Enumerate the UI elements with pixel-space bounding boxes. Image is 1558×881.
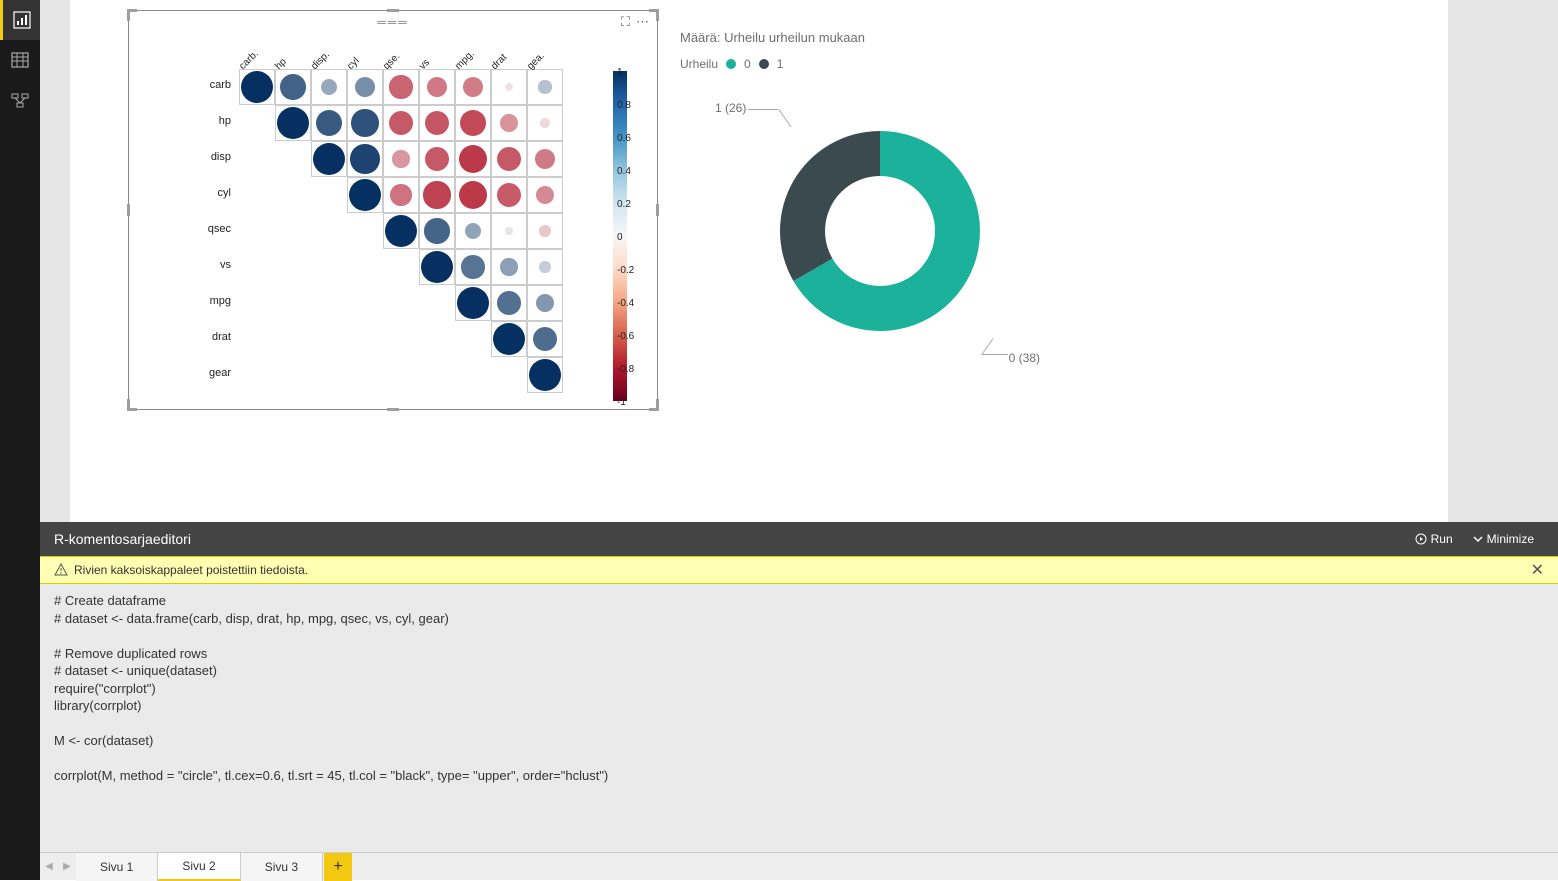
corr-cell xyxy=(491,69,527,105)
corr-cell xyxy=(527,69,563,105)
corr-cell xyxy=(527,105,563,141)
legend-tick: -0.8 xyxy=(617,364,647,375)
row-label: drat xyxy=(191,331,231,343)
corr-cell xyxy=(455,177,491,213)
corr-cell xyxy=(491,213,527,249)
corr-cell xyxy=(347,177,383,213)
page-tab-2[interactable]: Sivu 2 xyxy=(158,853,240,881)
corr-cell xyxy=(275,105,311,141)
donut-legend: Urheilu 0 1 xyxy=(680,57,1130,71)
corr-cell xyxy=(455,141,491,177)
run-button[interactable]: Run xyxy=(1405,532,1463,546)
add-page-button[interactable]: + xyxy=(324,853,352,881)
legend-dot-0 xyxy=(726,59,736,69)
report-canvas[interactable]: ═══ ⛶ ⋯ carb.hpdisp.cylqse.vsmpg.dratgea… xyxy=(40,0,1558,522)
row-label: gear xyxy=(191,367,231,379)
donut-label-0: 0 (38) xyxy=(1009,351,1040,365)
corr-cell xyxy=(347,105,383,141)
corr-cell xyxy=(455,105,491,141)
corr-cell xyxy=(491,285,527,321)
minimize-button[interactable]: Minimize xyxy=(1463,532,1544,546)
more-options-icon[interactable]: ⋯ xyxy=(636,14,649,30)
tab-prev-icon[interactable]: ◀ xyxy=(40,853,58,881)
editor-title: R-komentosarjaeditori xyxy=(54,531,191,547)
corr-cell xyxy=(455,213,491,249)
legend-tick: -0.4 xyxy=(617,298,647,309)
corr-cell xyxy=(383,213,419,249)
legend-tick: 0.6 xyxy=(617,133,647,144)
left-rail xyxy=(0,0,40,880)
rail-model-icon[interactable] xyxy=(0,80,40,120)
corr-cell xyxy=(383,69,419,105)
legend-tick: 0.4 xyxy=(617,166,647,177)
corr-cell xyxy=(491,177,527,213)
corr-cell xyxy=(491,321,527,357)
legend-tick: -1 xyxy=(617,397,647,408)
donut-label-1: 1 (26) xyxy=(715,101,746,115)
warning-icon xyxy=(54,563,68,577)
corr-cell xyxy=(419,69,455,105)
legend-tick: 1 xyxy=(617,67,647,78)
corr-cell xyxy=(347,141,383,177)
legend-tick: 0.2 xyxy=(617,199,647,210)
corr-cell xyxy=(491,105,527,141)
page-tab-1[interactable]: Sivu 1 xyxy=(76,853,158,881)
corr-cell xyxy=(419,141,455,177)
page-tab-bar: ◀ ▶ Sivu 1 Sivu 2 Sivu 3 + xyxy=(40,852,1558,880)
drag-handle-icon[interactable]: ═══ xyxy=(377,15,409,29)
corr-cell xyxy=(311,69,347,105)
warning-text: Rivien kaksoiskappaleet poistettiin tied… xyxy=(74,563,308,577)
legend-tick: -0.2 xyxy=(617,265,647,276)
r-visual-correlation[interactable]: ═══ ⛶ ⋯ carb.hpdisp.cylqse.vsmpg.dratgea… xyxy=(128,10,658,410)
corr-cell xyxy=(419,249,455,285)
corr-cell xyxy=(275,69,311,105)
corr-cell xyxy=(383,177,419,213)
row-label: disp xyxy=(191,151,231,163)
script-editor-header: R-komentosarjaeditori Run Minimize xyxy=(40,522,1558,556)
row-label: hp xyxy=(191,115,231,127)
close-warning-icon[interactable]: ✕ xyxy=(1531,560,1544,580)
corr-cell xyxy=(527,177,563,213)
rail-data-icon[interactable] xyxy=(0,40,40,80)
corr-cell xyxy=(311,141,347,177)
corr-cell xyxy=(455,285,491,321)
donut-slice-1[interactable] xyxy=(780,131,880,281)
corr-cell xyxy=(527,213,563,249)
tab-next-icon[interactable]: ▶ xyxy=(58,853,76,881)
script-code-area[interactable]: # Create dataframe # dataset <- data.fra… xyxy=(40,584,1558,852)
focus-mode-icon[interactable]: ⛶ xyxy=(621,14,630,30)
corr-cell xyxy=(311,105,347,141)
corr-cell xyxy=(419,177,455,213)
donut-visual[interactable]: Määrä: Urheilu urheilun mukaan Urheilu 0… xyxy=(680,30,1130,410)
corr-cell xyxy=(527,249,563,285)
legend-dot-1 xyxy=(759,59,769,69)
warning-bar: Rivien kaksoiskappaleet poistettiin tied… xyxy=(40,556,1558,584)
rail-report-icon[interactable] xyxy=(0,0,40,40)
corr-cell xyxy=(527,357,563,393)
corr-cell xyxy=(383,105,419,141)
corr-cell xyxy=(491,249,527,285)
row-label: vs xyxy=(191,259,231,271)
corr-cell xyxy=(455,249,491,285)
corr-cell xyxy=(455,69,491,105)
legend-tick: -0.6 xyxy=(617,331,647,342)
donut-title: Määrä: Urheilu urheilun mukaan xyxy=(680,30,1130,45)
corr-cell xyxy=(491,141,527,177)
corr-cell xyxy=(347,69,383,105)
page-tab-3[interactable]: Sivu 3 xyxy=(241,853,323,881)
row-label: mpg xyxy=(191,295,231,307)
donut-chart[interactable] xyxy=(740,91,1020,371)
row-label: qsec xyxy=(191,223,231,235)
corr-cell xyxy=(419,213,455,249)
corr-cell xyxy=(527,141,563,177)
row-label: carb xyxy=(191,79,231,91)
legend-tick: 0.8 xyxy=(617,100,647,111)
corr-cell xyxy=(383,141,419,177)
corr-cell xyxy=(527,321,563,357)
legend-tick: 0 xyxy=(617,232,647,243)
row-label: cyl xyxy=(191,187,231,199)
corr-cell xyxy=(419,105,455,141)
corr-cell xyxy=(527,285,563,321)
corr-cell xyxy=(239,69,275,105)
